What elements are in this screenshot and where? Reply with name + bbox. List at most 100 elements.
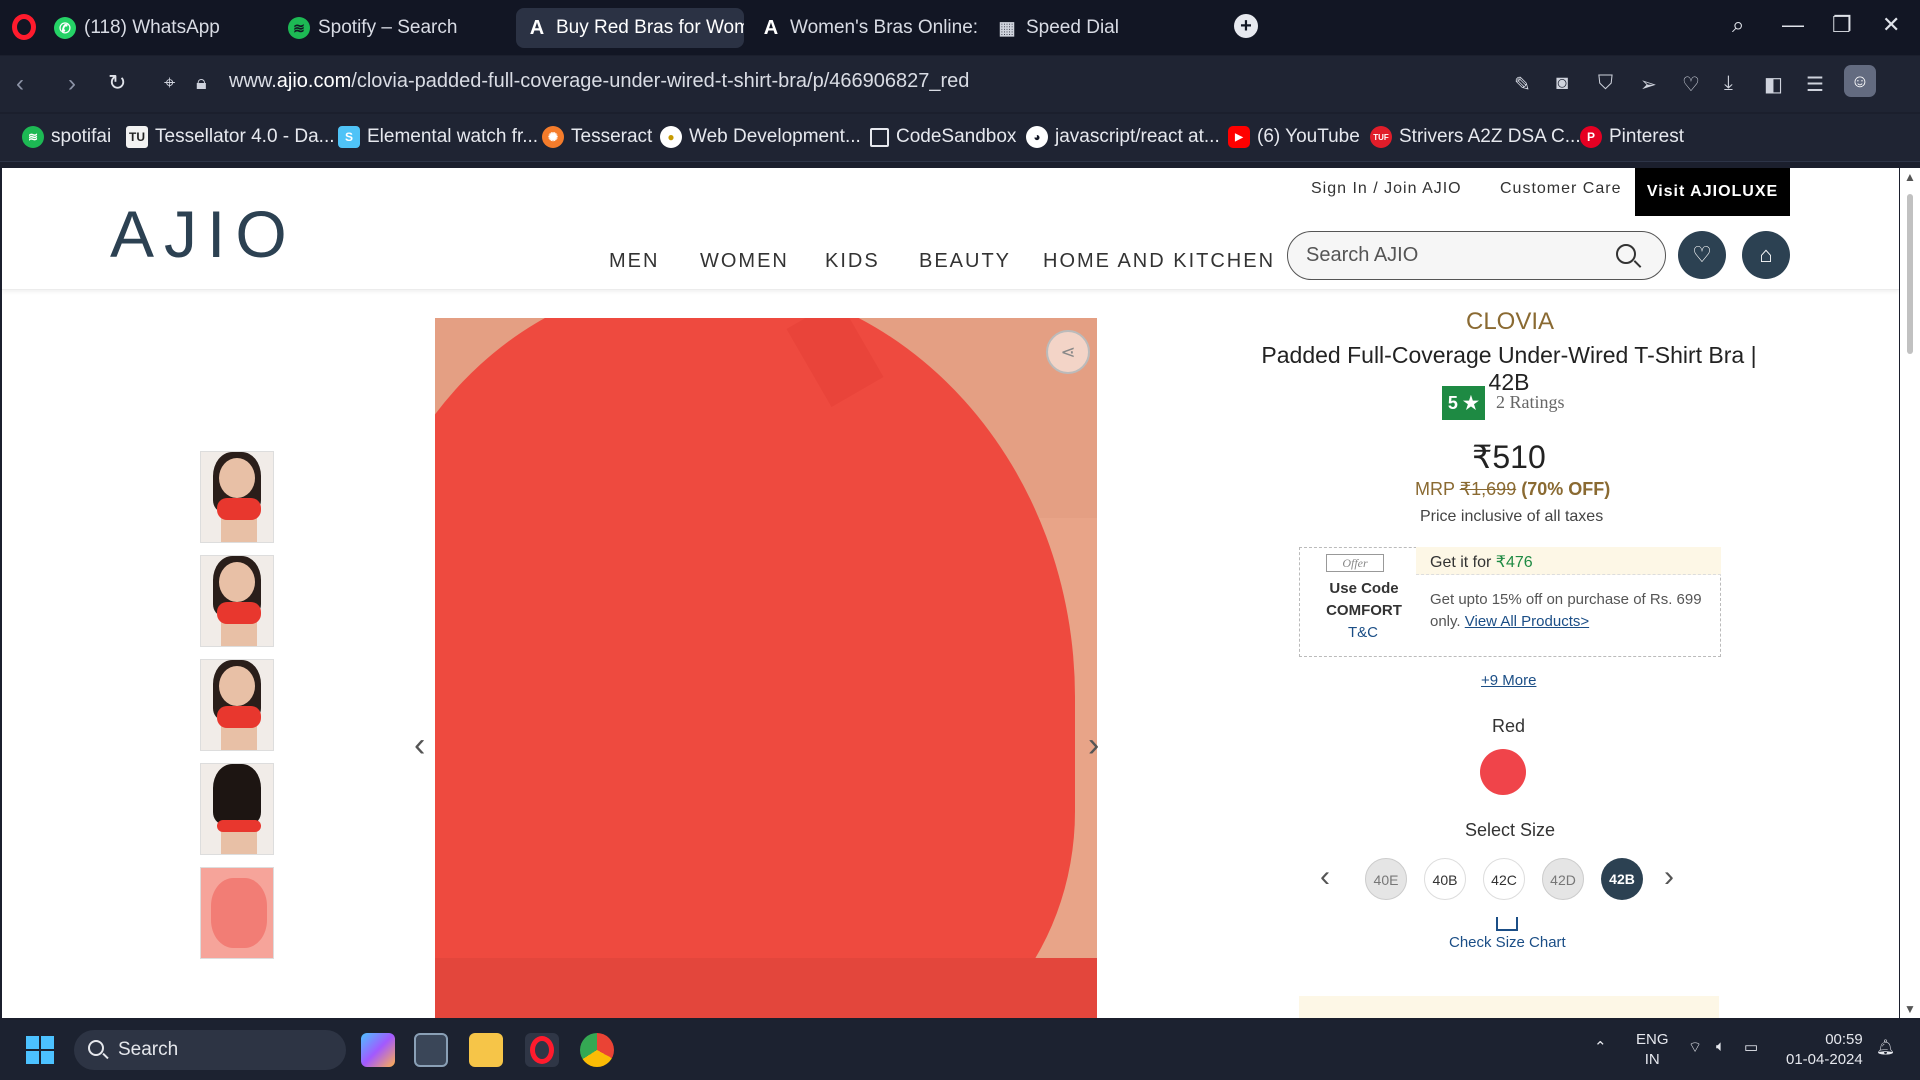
ratings-count[interactable]: 2 Ratings — [1496, 392, 1565, 413]
bookmark-tesseract[interactable]: ✺ Tesseract — [542, 126, 652, 148]
volume-icon[interactable]: 🔈︎ — [1716, 1038, 1725, 1055]
scroll-up-icon[interactable]: ▲ — [1904, 170, 1916, 184]
sign-in-link[interactable]: Sign In / Join AJIO — [1311, 180, 1462, 198]
scroll-down-icon[interactable]: ▼ — [1904, 1002, 1916, 1016]
nav-men[interactable]: MEN — [609, 250, 659, 273]
offer-tc-link[interactable]: T&C — [1348, 624, 1378, 641]
chrome-icon[interactable] — [580, 1033, 614, 1067]
profile-icon[interactable]: ☺ — [1844, 65, 1876, 97]
size-next-arrow-icon[interactable]: › — [1664, 860, 1674, 894]
search-icon[interactable] — [1616, 244, 1636, 264]
bookmark-codesandbox[interactable]: CodeSandbox — [870, 126, 1016, 148]
bookmark-elemental[interactable]: S Elemental watch fr... — [338, 126, 538, 148]
delivery-info-strip — [1299, 996, 1719, 1018]
nav-beauty[interactable]: BEAUTY — [919, 250, 1011, 273]
location-pin-icon[interactable]: ⌖ — [164, 72, 175, 95]
product-brand[interactable]: CLOVIA — [1466, 308, 1554, 336]
file-explorer-icon[interactable] — [469, 1033, 503, 1067]
bookmark-spotifai[interactable]: ≋ spotifai — [22, 126, 111, 148]
view-all-products-link[interactable]: View All Products> — [1465, 613, 1589, 630]
back-icon[interactable]: ‹ — [16, 70, 24, 98]
tab-whatsapp[interactable]: ✆ (118) WhatsApp — [44, 8, 276, 48]
bookmark-github[interactable]: ◕ javascript/react at... — [1026, 126, 1220, 148]
product-thumbnail[interactable] — [200, 867, 274, 959]
image-prev-arrow-icon[interactable]: ‹ — [414, 726, 425, 765]
nav-women[interactable]: WOMEN — [700, 250, 789, 273]
more-offers-link[interactable]: +9 More — [1481, 672, 1536, 689]
size-option-40b[interactable]: 40B — [1424, 858, 1466, 900]
product-thumbnail[interactable] — [200, 451, 274, 543]
share-icon[interactable]: ⋖ — [1046, 330, 1090, 374]
size-option-42b[interactable]: 42B — [1601, 858, 1643, 900]
search-input[interactable] — [1306, 244, 1606, 267]
close-icon[interactable]: ✕ — [1882, 12, 1900, 38]
tab-search-icon[interactable]: ⌕ — [1732, 12, 1744, 38]
opera-logo-icon[interactable] — [12, 14, 36, 40]
offer-description: Get upto 15% off on purchase of Rs. 699 … — [1430, 589, 1710, 633]
new-tab-button[interactable]: + — [1234, 14, 1258, 38]
size-option-40e[interactable]: 40E — [1365, 858, 1407, 900]
size-option-42d[interactable]: 42D — [1542, 858, 1584, 900]
nav-kids[interactable]: KIDS — [825, 250, 880, 273]
language-indicator[interactable]: ENG IN — [1636, 1030, 1669, 1070]
check-size-chart-link[interactable]: Check Size Chart — [1449, 934, 1566, 951]
bookmark-tessellator[interactable]: TU Tessellator 4.0 - Da... — [126, 126, 335, 148]
customer-care-link[interactable]: Customer Care — [1500, 180, 1621, 198]
tab-spotify[interactable]: ≋ Spotify – Search — [278, 8, 510, 48]
browser-tab-bar: ✆ (118) WhatsApp ≋ Spotify – Search A Bu… — [0, 0, 1920, 55]
product-main-image[interactable] — [435, 318, 1097, 1018]
bookmark-youtube[interactable]: ▶ (6) YouTube — [1228, 126, 1360, 148]
bookmark-label: (6) YouTube — [1257, 126, 1360, 147]
nav-home-kitchen[interactable]: HOME AND KITCHEN — [1043, 250, 1275, 273]
taskbar-search[interactable]: Search — [74, 1030, 346, 1070]
size-option-42c[interactable]: 42C — [1483, 858, 1525, 900]
wishlist-heart-icon[interactable]: ♡ — [1678, 231, 1726, 279]
tray-overflow-icon[interactable]: ⌃ — [1594, 1038, 1607, 1056]
size-chart-icon[interactable] — [1496, 917, 1518, 931]
shield-icon[interactable]: ⛉ — [1598, 72, 1613, 95]
minimize-icon[interactable]: — — [1782, 12, 1804, 38]
scrollbar-thumb[interactable] — [1907, 194, 1913, 354]
system-clock[interactable]: 00:59 01-04-2024 — [1786, 1030, 1863, 1070]
windows-start-icon[interactable] — [26, 1036, 54, 1064]
lock-icon[interactable]: 🔒︎ — [196, 72, 207, 95]
tab-speed-dial[interactable]: ▦ Speed Dial — [986, 8, 1218, 48]
heart-icon[interactable]: ♡ — [1682, 72, 1700, 97]
tab-label: (118) WhatsApp — [84, 17, 220, 38]
download-icon[interactable]: ⤓ — [1724, 72, 1733, 95]
opera-taskbar-icon[interactable] — [525, 1033, 559, 1067]
visit-ajioluxe-button[interactable]: Visit AJIOLUXE — [1635, 168, 1790, 216]
offer-head-prefix: Get it for — [1430, 554, 1496, 571]
battery-saver-icon[interactable]: ◧ — [1764, 72, 1783, 97]
product-thumbnail[interactable] — [200, 763, 274, 855]
forward-icon[interactable]: › — [68, 70, 76, 98]
search-bar[interactable] — [1287, 231, 1666, 280]
tab-ajio-listing[interactable]: A Women's Bras Online: L — [750, 8, 982, 48]
lang-line2: IN — [1644, 1051, 1660, 1068]
url-field[interactable]: www.ajio.com/clovia-padded-full-coverage… — [229, 70, 969, 93]
page-scrollbar[interactable]: ▲ ▼ — [1900, 168, 1920, 1018]
ajio-logo[interactable]: AJIO — [110, 196, 297, 272]
copilot-icon[interactable] — [361, 1033, 395, 1067]
calculator-icon[interactable] — [414, 1033, 448, 1067]
reload-icon[interactable]: ↻ — [108, 70, 126, 96]
camera-icon[interactable]: ◙ — [1556, 72, 1568, 95]
image-next-arrow-icon[interactable]: › — [1088, 726, 1099, 765]
restore-icon[interactable]: ❐ — [1832, 12, 1852, 38]
product-thumbnail[interactable] — [200, 659, 274, 751]
tab-label: Buy Red Bras for Women — [556, 17, 744, 38]
send-icon[interactable]: ➢ — [1640, 72, 1657, 97]
battery-icon[interactable]: ▭ — [1744, 1038, 1758, 1056]
notification-bell-icon[interactable]: 🔔︎ — [1876, 1038, 1895, 1056]
tab-ajio-product[interactable]: A Buy Red Bras for Women — [516, 8, 744, 48]
bookmark-web-dev[interactable]: ● Web Development... — [660, 126, 861, 148]
product-thumbnail[interactable] — [200, 555, 274, 647]
color-swatch-red[interactable] — [1480, 749, 1526, 795]
wifi-icon[interactable]: ⌔ — [1688, 1038, 1702, 1057]
bookmark-strivers[interactable]: TUF Strivers A2Z DSA C... — [1370, 126, 1581, 148]
edit-icon[interactable]: ✎ — [1514, 72, 1531, 97]
bookmark-pinterest[interactable]: P Pinterest — [1580, 126, 1684, 148]
shopping-bag-icon[interactable]: ⌂ — [1742, 231, 1790, 279]
menu-icon[interactable]: ☰ — [1806, 72, 1824, 97]
size-prev-arrow-icon[interactable]: ‹ — [1320, 860, 1330, 894]
